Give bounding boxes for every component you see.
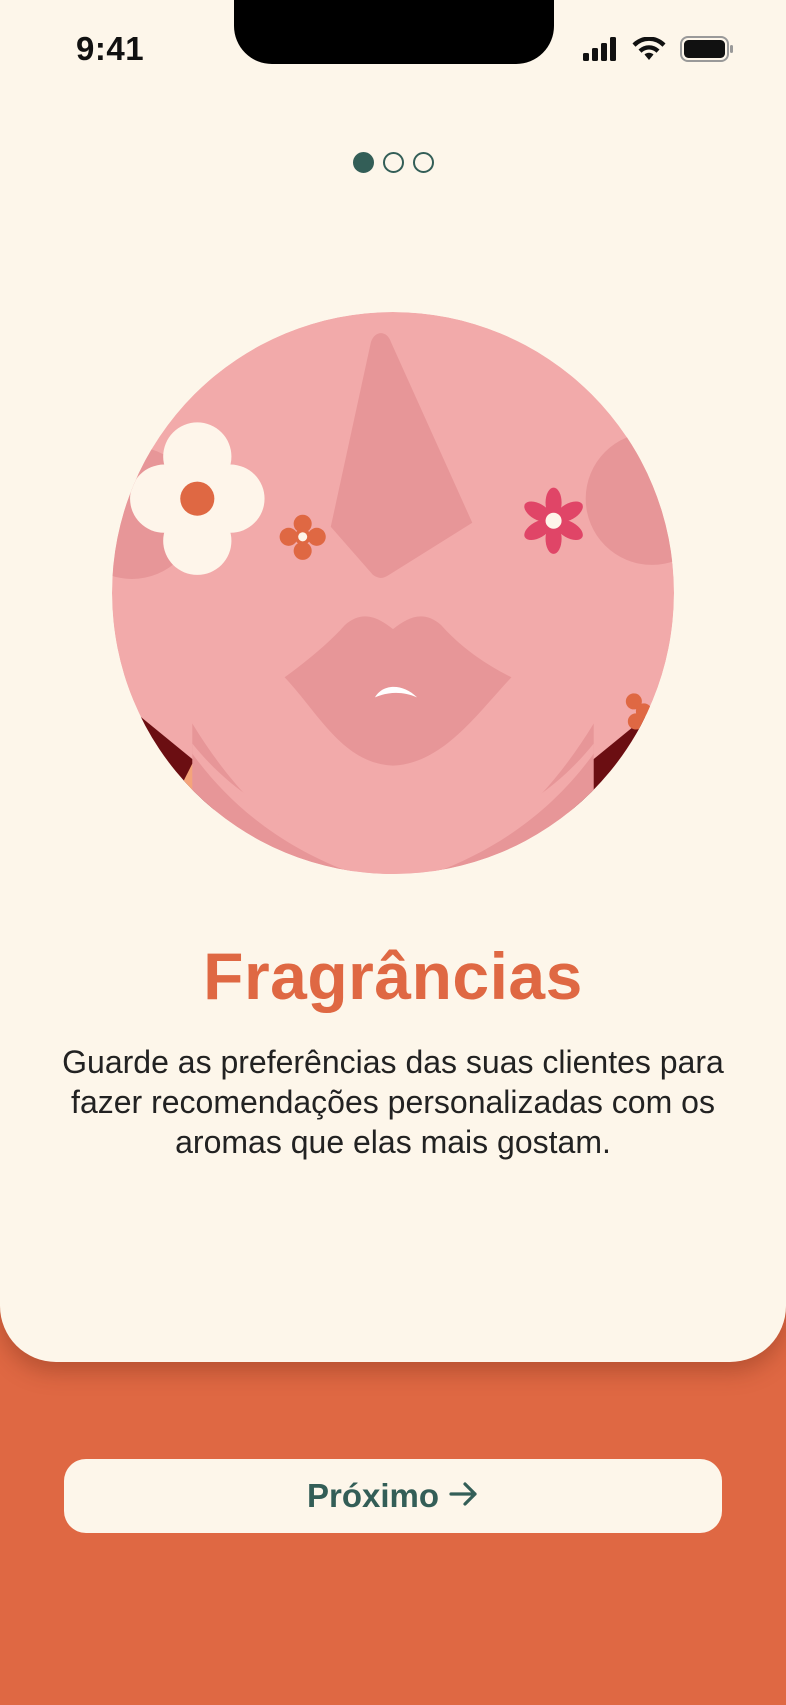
pager-dot-1[interactable] — [352, 152, 374, 173]
pager-dot-2[interactable] — [382, 152, 404, 173]
next-button[interactable]: Próximo — [64, 1459, 722, 1533]
page-title: Fragrâncias — [203, 939, 583, 1013]
signal-icon — [582, 37, 618, 66]
wifi-icon — [632, 36, 666, 66]
arrow-right-icon — [449, 1477, 479, 1515]
pager-dot-3[interactable] — [412, 152, 434, 173]
page-description: Guarde as preferências das suas clientes… — [62, 1044, 724, 1160]
face-illustration — [112, 312, 674, 874]
device-notch — [234, 0, 554, 64]
onboarding-card: 9:41 Fragrâncias Guarde as preferências … — [0, 0, 786, 1362]
status-icons — [582, 36, 734, 67]
next-button-label: Próximo — [306, 1477, 440, 1514]
onboarding-screen: 9:41 Fragrâncias Guarde as preferências … — [0, 0, 786, 1705]
pager-dots — [0, 152, 786, 173]
status-time: 9:41 — [76, 30, 145, 67]
battery-icon — [680, 36, 734, 67]
